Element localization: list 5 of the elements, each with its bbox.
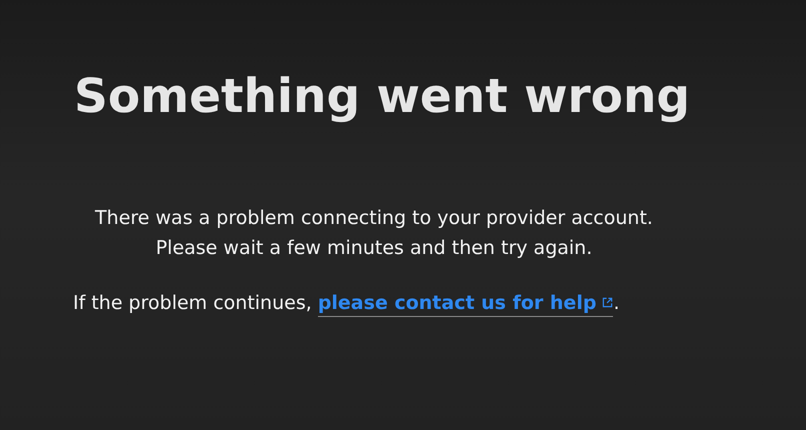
page-title: Something went wrong	[74, 68, 692, 126]
external-link-icon	[602, 297, 614, 308]
contact-link[interactable]: please contact us for help	[318, 292, 614, 317]
error-message: There was a problem connecting to your provider account. Please wait a few minutes and then try again.	[94, 206, 654, 261]
help-text: If the problem continues, please contact us for help .	[73, 288, 806, 318]
